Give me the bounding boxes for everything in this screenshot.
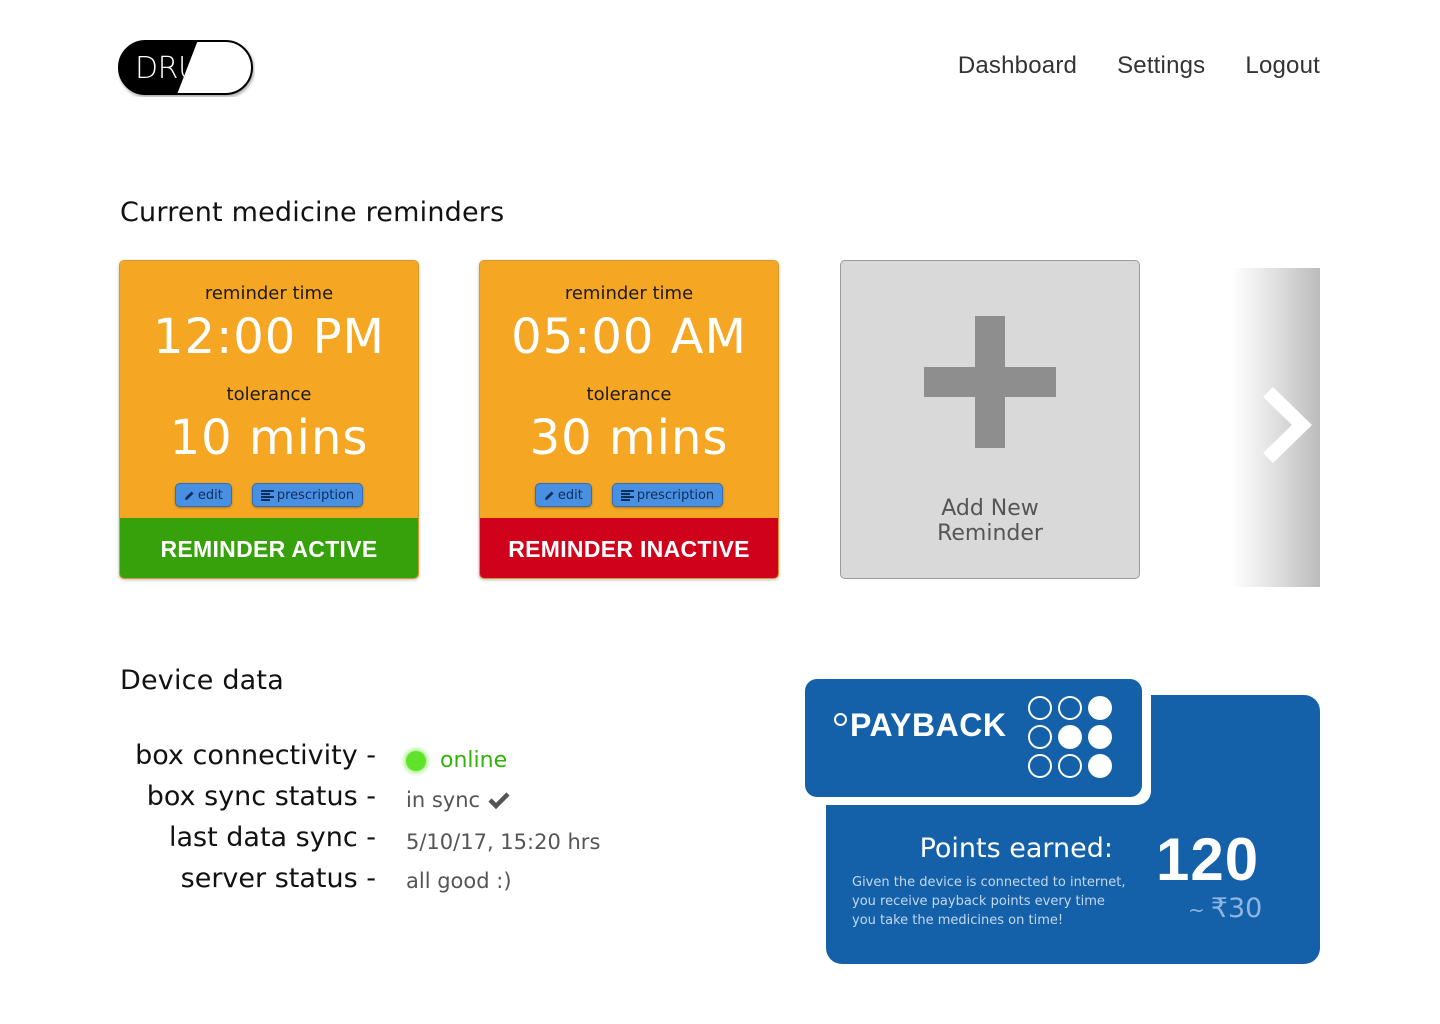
tolerance-label: tolerance	[226, 384, 312, 405]
status-badge: REMINDER INACTIVE	[480, 518, 778, 578]
prescription-button[interactable]: prescription	[251, 483, 364, 507]
next-reminders-button[interactable]	[1232, 268, 1320, 587]
reminder-time: 05:00 AM	[511, 309, 747, 365]
payback-dots-icon	[1028, 696, 1112, 778]
prescription-label: prescription	[636, 487, 715, 503]
tolerance-value: 10 mins	[169, 410, 369, 466]
prescription-label: prescription	[276, 487, 355, 503]
nav-logout[interactable]: Logout	[1245, 52, 1320, 80]
sync-value: in sync	[406, 788, 481, 812]
checkmark-icon	[488, 792, 510, 809]
reminder-time-label: reminder time	[204, 283, 334, 304]
pencil-icon	[184, 491, 194, 500]
payback-description: Given the device is connected to interne…	[852, 875, 1126, 928]
connectivity-value: online	[440, 748, 508, 773]
reminder-card-body: reminder time 12:00 PM tolerance 10 mins…	[120, 261, 418, 518]
nav-dashboard[interactable]: Dashboard	[958, 52, 1077, 80]
device-value-last-sync: 5/10/17, 15:20 hrs	[406, 830, 600, 854]
chevron-right-icon	[1263, 386, 1312, 464]
points-money-value: ~ ₹30	[1188, 893, 1263, 924]
main-nav: Dashboard Settings Logout	[958, 52, 1320, 80]
device-key: box sync status -	[146, 781, 376, 812]
tolerance-value: 30 mins	[529, 410, 729, 466]
add-reminder-label: Add New Reminder	[937, 496, 1043, 546]
drux-logo[interactable]: DRUX	[118, 40, 255, 97]
device-key: box connectivity -	[135, 740, 376, 771]
edit-button[interactable]: edit	[174, 483, 232, 507]
payback-logo-text: PAYBACK	[850, 707, 1007, 743]
device-key: last data sync -	[168, 822, 376, 853]
plus-icon-bar	[924, 367, 1056, 397]
device-value-server: all good :)	[406, 869, 512, 893]
server-status-value: all good :)	[406, 869, 512, 893]
reminder-time-label: reminder time	[564, 283, 694, 304]
device-data-title: Device data	[120, 665, 284, 696]
last-sync-value: 5/10/17, 15:20 hrs	[406, 830, 601, 854]
edit-label: edit	[557, 487, 583, 503]
payback-logo-circle	[834, 713, 847, 726]
reminder-card-body: reminder time 05:00 AM tolerance 30 mins…	[480, 261, 778, 518]
device-value-connectivity: online	[406, 748, 507, 773]
text-lines-icon	[620, 489, 634, 501]
reminder-card: reminder time 12:00 PM tolerance 10 mins…	[119, 260, 419, 579]
device-value-sync: in sync	[406, 788, 510, 812]
add-reminder-button[interactable]: Add New Reminder	[840, 260, 1140, 579]
reminders-title: Current medicine reminders	[120, 197, 505, 228]
status-badge: REMINDER ACTIVE	[120, 518, 418, 578]
reminder-time: 12:00 PM	[153, 309, 385, 365]
edit-label: edit	[197, 487, 223, 503]
device-key: server status -	[180, 863, 376, 894]
pencil-icon	[544, 491, 554, 500]
status-dot-icon	[406, 750, 426, 771]
reminder-card: reminder time 05:00 AM tolerance 30 mins…	[479, 260, 779, 579]
points-value: 120	[1156, 826, 1260, 893]
edit-button[interactable]: edit	[534, 483, 592, 507]
prescription-button[interactable]: prescription	[611, 483, 724, 507]
points-earned-label: Points earned:	[919, 833, 1113, 864]
text-lines-icon	[260, 489, 274, 501]
logo-text: DRUX	[135, 51, 219, 86]
nav-settings[interactable]: Settings	[1117, 52, 1205, 80]
tolerance-label: tolerance	[586, 384, 672, 405]
